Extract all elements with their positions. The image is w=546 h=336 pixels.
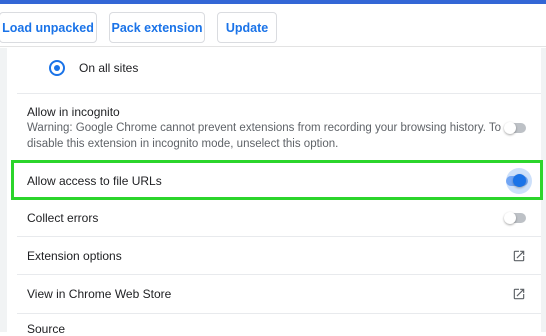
source-label: Source <box>27 322 66 336</box>
update-button[interactable]: Update <box>217 12 277 43</box>
collect-errors-label: Collect errors <box>27 211 99 225</box>
file-urls-highlight-box <box>11 160 543 200</box>
extension-options-label: Extension options <box>27 249 122 263</box>
page-background-left <box>0 48 7 332</box>
developer-toolbar: Load unpacked Pack extension Update <box>0 4 546 47</box>
on-all-sites-radio[interactable] <box>49 60 65 76</box>
divider <box>17 274 541 275</box>
pack-extension-button[interactable]: Pack extension <box>109 12 205 43</box>
web-store-label: View in Chrome Web Store <box>27 287 172 301</box>
open-in-new-icon[interactable] <box>512 287 526 301</box>
incognito-toggle-knob <box>504 122 516 134</box>
divider <box>17 313 541 314</box>
open-in-new-icon[interactable] <box>512 249 526 263</box>
divider <box>17 93 541 94</box>
on-all-sites-label: On all sites <box>79 61 139 75</box>
incognito-label: Allow in incognito <box>27 105 120 119</box>
divider <box>17 236 541 237</box>
load-unpacked-button[interactable]: Load unpacked <box>0 12 97 43</box>
collect-errors-toggle-knob <box>504 212 516 224</box>
incognito-warning: Warning: Google Chrome cannot prevent ex… <box>27 122 502 150</box>
